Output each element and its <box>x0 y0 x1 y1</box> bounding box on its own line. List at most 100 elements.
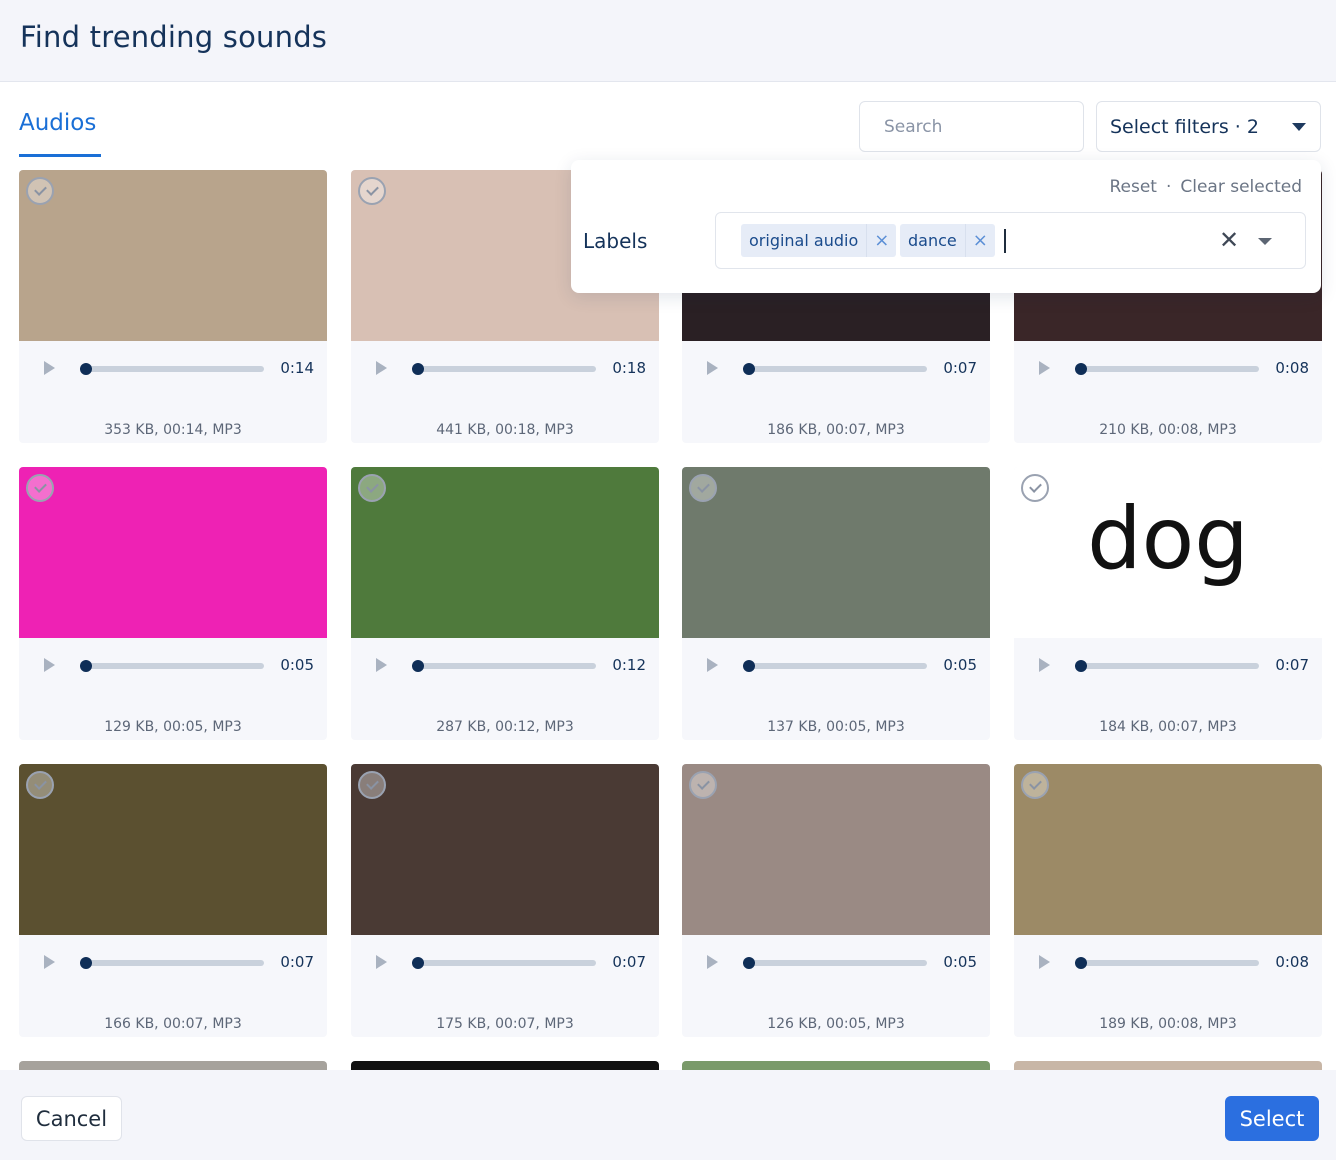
play-icon[interactable] <box>44 955 55 969</box>
select-check-icon[interactable] <box>26 177 54 205</box>
select-check-icon[interactable] <box>1021 474 1049 502</box>
select-check-icon[interactable] <box>26 771 54 799</box>
separator-dot: · <box>1165 177 1172 197</box>
progress-handle[interactable] <box>1075 363 1087 375</box>
progress-track[interactable] <box>749 960 927 966</box>
chip-label: dance <box>908 231 957 250</box>
audio-card[interactable]: 0:05 126 KB, 00:05, MP3 <box>682 764 990 1037</box>
progress-handle[interactable] <box>1075 957 1087 969</box>
progress-handle[interactable] <box>80 363 92 375</box>
play-icon[interactable] <box>1039 658 1050 672</box>
audio-card-partial[interactable] <box>682 1061 990 1070</box>
select-filters-button[interactable]: Select filters · 2 <box>1096 101 1321 152</box>
play-icon[interactable] <box>376 955 387 969</box>
audio-player: 0:05 <box>19 638 327 693</box>
audio-card-partial[interactable] <box>1014 1061 1322 1070</box>
progress-handle[interactable] <box>412 957 424 969</box>
audio-card-partial[interactable] <box>19 1061 327 1070</box>
audio-player: 0:08 <box>1014 341 1322 396</box>
labels-multiselect[interactable]: original audio × dance × ✕ <box>715 212 1306 269</box>
audio-card[interactable]: 0:14 353 KB, 00:14, MP3 <box>19 170 327 443</box>
audio-card[interactable]: 0:07 175 KB, 00:07, MP3 <box>351 764 659 1037</box>
play-icon[interactable] <box>44 361 55 375</box>
cancel-button[interactable]: Cancel <box>21 1096 122 1141</box>
duration-label: 0:05 <box>280 656 314 674</box>
audio-card[interactable]: 0:12 287 KB, 00:12, MP3 <box>351 467 659 740</box>
progress-handle[interactable] <box>1075 660 1087 672</box>
audio-thumbnail <box>682 764 990 935</box>
audio-player: 0:07 <box>351 935 659 990</box>
progress-track[interactable] <box>418 960 596 966</box>
progress-track[interactable] <box>86 663 264 669</box>
select-check-icon[interactable] <box>358 474 386 502</box>
play-icon[interactable] <box>44 658 55 672</box>
play-icon[interactable] <box>707 658 718 672</box>
audio-player: 0:07 <box>1014 638 1322 693</box>
tab-audios[interactable]: Audios <box>19 110 96 136</box>
reset-button[interactable]: Reset <box>1109 177 1157 197</box>
select-check-icon[interactable] <box>1021 771 1049 799</box>
progress-handle[interactable] <box>80 660 92 672</box>
file-meta: 189 KB, 00:08, MP3 <box>1099 1016 1237 1032</box>
duration-label: 0:18 <box>612 359 646 377</box>
search-input[interactable] <box>859 101 1084 152</box>
duration-label: 0:07 <box>280 953 314 971</box>
chip-remove-icon[interactable]: × <box>964 224 995 257</box>
progress-track[interactable] <box>86 960 264 966</box>
progress-track[interactable] <box>86 366 264 372</box>
duration-label: 0:14 <box>280 359 314 377</box>
audio-player: 0:12 <box>351 638 659 693</box>
audio-card[interactable]: dog 0:07 184 KB, 00:07, MP3 <box>1014 467 1322 740</box>
progress-handle[interactable] <box>743 660 755 672</box>
audio-card[interactable]: 0:07 166 KB, 00:07, MP3 <box>19 764 327 1037</box>
play-icon[interactable] <box>707 955 718 969</box>
file-meta: 126 KB, 00:05, MP3 <box>767 1016 905 1032</box>
audio-player: 0:07 <box>19 935 327 990</box>
progress-track[interactable] <box>1081 960 1259 966</box>
progress-handle[interactable] <box>743 363 755 375</box>
audio-card[interactable]: 0:05 137 KB, 00:05, MP3 <box>682 467 990 740</box>
audio-card[interactable]: 0:08 189 KB, 00:08, MP3 <box>1014 764 1322 1037</box>
select-check-icon[interactable] <box>689 771 717 799</box>
select-check-icon[interactable] <box>689 474 717 502</box>
file-meta: 129 KB, 00:05, MP3 <box>104 719 242 735</box>
progress-track[interactable] <box>1081 366 1259 372</box>
progress-handle[interactable] <box>412 660 424 672</box>
progress-handle[interactable] <box>743 957 755 969</box>
play-icon[interactable] <box>707 361 718 375</box>
file-meta: 184 KB, 00:07, MP3 <box>1099 719 1237 735</box>
select-check-icon[interactable] <box>358 771 386 799</box>
play-icon[interactable] <box>1039 955 1050 969</box>
progress-handle[interactable] <box>412 363 424 375</box>
progress-track[interactable] <box>749 663 927 669</box>
chip-original-audio: original audio × <box>741 224 897 257</box>
clear-all-icon[interactable]: ✕ <box>1219 226 1239 254</box>
audio-player: 0:18 <box>351 341 659 396</box>
select-check-icon[interactable] <box>358 177 386 205</box>
chip-remove-icon[interactable]: × <box>866 224 896 257</box>
tab-active-indicator <box>19 154 101 157</box>
play-icon[interactable] <box>376 658 387 672</box>
progress-track[interactable] <box>418 663 596 669</box>
select-check-icon[interactable] <box>26 474 54 502</box>
select-button[interactable]: Select <box>1225 1096 1319 1141</box>
clear-selected-button[interactable]: Clear selected <box>1180 177 1302 197</box>
audio-thumbnail <box>19 170 327 341</box>
progress-track[interactable] <box>749 366 927 372</box>
audio-thumbnail <box>1014 764 1322 935</box>
labels-field-label: Labels <box>583 229 648 253</box>
progress-track[interactable] <box>1081 663 1259 669</box>
audio-player: 0:08 <box>1014 935 1322 990</box>
play-icon[interactable] <box>1039 361 1050 375</box>
audio-thumbnail <box>19 467 327 638</box>
audio-card-partial[interactable] <box>351 1061 659 1070</box>
duration-label: 0:07 <box>1275 656 1309 674</box>
progress-handle[interactable] <box>80 957 92 969</box>
chevron-down-icon[interactable] <box>1258 238 1272 245</box>
audio-thumbnail <box>19 764 327 935</box>
audio-card[interactable]: 0:05 129 KB, 00:05, MP3 <box>19 467 327 740</box>
progress-track[interactable] <box>418 366 596 372</box>
chip-label: original audio <box>749 231 859 250</box>
file-meta: 175 KB, 00:07, MP3 <box>436 1016 574 1032</box>
play-icon[interactable] <box>376 361 387 375</box>
